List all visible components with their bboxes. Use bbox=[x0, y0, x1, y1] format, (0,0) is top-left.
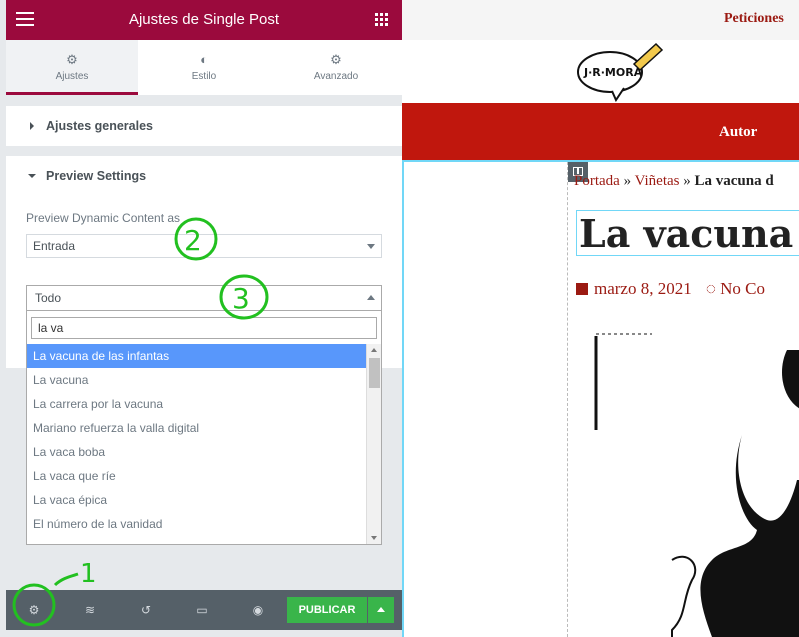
page-preview: Peticiones J·R·MORA Autor Portada » Viñe… bbox=[402, 0, 799, 637]
scroll-down-icon[interactable] bbox=[371, 536, 377, 540]
contrast-icon: ◐ bbox=[200, 52, 208, 67]
monitor-icon: ▭ bbox=[196, 603, 208, 617]
gear-icon: ⚙ bbox=[66, 52, 78, 67]
breadcrumb-current: La vacuna d bbox=[694, 173, 774, 189]
panel-header: Ajustes de Single Post bbox=[6, 0, 402, 40]
topbar-link[interactable]: Peticiones bbox=[724, 11, 784, 27]
dropdown-option[interactable]: La vaca épica bbox=[27, 488, 367, 512]
caret-right-icon bbox=[30, 122, 34, 130]
logo-text: J·R·MORA bbox=[583, 66, 643, 79]
breadcrumb-category[interactable]: Viñetas bbox=[635, 173, 680, 189]
post-dropdown: La vacuna de las infantas La vacuna La c… bbox=[26, 311, 382, 545]
dropdown-option[interactable]: El número de la vanidad bbox=[27, 512, 367, 536]
responsive-button[interactable]: ▭ bbox=[174, 590, 230, 630]
section-ajustes-generales[interactable]: Ajustes generales bbox=[6, 106, 402, 146]
layers-icon: ≋ bbox=[84, 603, 96, 617]
tab-avanzado[interactable]: ⚙ Avanzado bbox=[270, 40, 402, 95]
post-title[interactable]: La vacuna d bbox=[576, 210, 799, 256]
calendar-icon bbox=[576, 283, 588, 295]
dropdown-option[interactable]: La carrera por la vacuna bbox=[27, 392, 367, 416]
breadcrumb: Portada » Viñetas » La vacuna d bbox=[574, 173, 774, 189]
dropdown-scrollbar[interactable] bbox=[366, 344, 381, 544]
panel-tabs: ⚙ Ajustes ◐ Estilo ⚙ Avanzado bbox=[6, 40, 402, 96]
section-header[interactable]: Preview Settings bbox=[6, 156, 402, 196]
post-comments[interactable]: No Co bbox=[720, 279, 765, 298]
nav-item-autor[interactable]: Autor bbox=[719, 124, 757, 141]
scroll-thumb[interactable] bbox=[369, 358, 380, 388]
settings-button[interactable]: ⚙ bbox=[6, 590, 62, 630]
gear-icon: ⚙ bbox=[28, 603, 40, 617]
eye-icon: ◉ bbox=[252, 603, 264, 617]
widgets-grid-icon[interactable] bbox=[375, 13, 388, 26]
content-type-select[interactable]: Entrada bbox=[26, 234, 382, 258]
gear-icon: ⚙ bbox=[330, 52, 342, 67]
dropdown-search-input[interactable] bbox=[31, 317, 377, 339]
dropdown-option[interactable]: La vaca boba bbox=[27, 440, 367, 464]
history-button[interactable]: ↺ bbox=[118, 590, 174, 630]
tab-estilo[interactable]: ◐ Estilo bbox=[138, 40, 270, 95]
preview-button[interactable]: ◉ bbox=[230, 590, 286, 630]
dropdown-option[interactable]: La vacuna de las infantas bbox=[27, 344, 367, 368]
column-divider bbox=[567, 162, 568, 637]
breadcrumb-home[interactable]: Portada bbox=[574, 173, 620, 189]
dropdown-option[interactable]: La vaca que ríe bbox=[27, 464, 367, 488]
panel-title: Ajustes de Single Post bbox=[128, 11, 280, 28]
chevron-up-icon bbox=[377, 607, 385, 612]
publish-button[interactable]: PUBLICAR bbox=[287, 597, 367, 623]
panel-footer: ⚙ ≋ ↺ ▭ ◉ PUBLICAR bbox=[6, 590, 402, 630]
site-topbar: Peticiones bbox=[402, 0, 799, 40]
post-illustration bbox=[594, 333, 799, 637]
dropdown-options: La vacuna de las infantas La vacuna La c… bbox=[27, 344, 367, 544]
caret-down-icon bbox=[28, 174, 36, 178]
section-title: Ajustes generales bbox=[46, 119, 153, 133]
chevron-up-icon bbox=[367, 295, 375, 300]
post-date[interactable]: marzo 8, 2021 bbox=[594, 279, 692, 298]
scroll-up-icon[interactable] bbox=[371, 348, 377, 352]
history-icon: ↺ bbox=[140, 603, 152, 617]
chevron-down-icon bbox=[367, 244, 375, 249]
dropdown-option[interactable]: La vacuna bbox=[27, 368, 367, 392]
post-select[interactable]: Todo bbox=[26, 285, 382, 311]
site-logo[interactable]: J·R·MORA bbox=[572, 40, 668, 102]
section-title: Preview Settings bbox=[46, 169, 147, 183]
navigator-button[interactable]: ≋ bbox=[62, 590, 118, 630]
comment-icon: ◌ bbox=[705, 279, 721, 298]
post-meta: marzo 8, 2021 ◌ No Co bbox=[576, 279, 765, 299]
site-nav: Autor bbox=[402, 103, 799, 161]
tab-ajustes[interactable]: ⚙ Ajustes bbox=[6, 40, 138, 95]
preview-dynamic-label: Preview Dynamic Content as bbox=[26, 211, 181, 225]
publish-options-button[interactable] bbox=[368, 597, 394, 623]
dropdown-option[interactable]: Mariano refuerza la valla digital bbox=[27, 416, 367, 440]
